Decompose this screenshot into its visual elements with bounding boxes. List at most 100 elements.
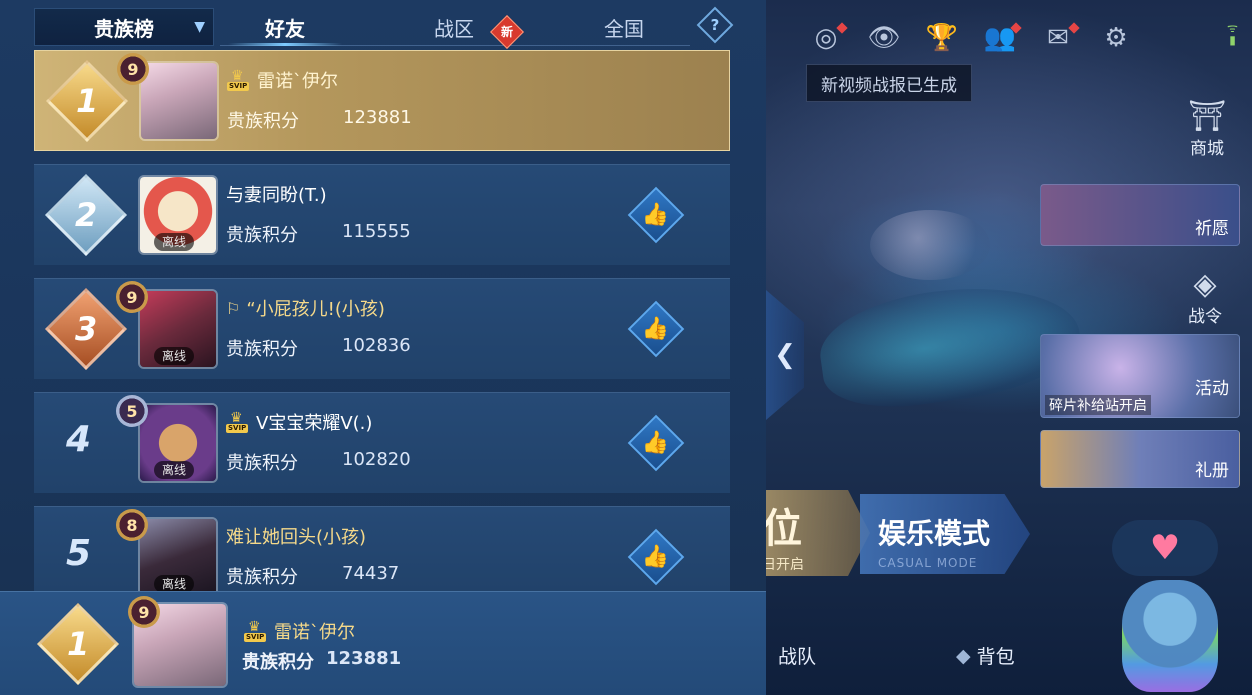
new-badge-label: 新 <box>500 25 513 39</box>
avatar[interactable]: 离线 <box>138 289 218 369</box>
score-label: 贵族积分 <box>226 225 298 246</box>
score-line: 贵族积分 123881 <box>227 107 412 133</box>
activity-caption: 碎片补给站开启 <box>1045 395 1151 415</box>
level-badge: 9 <box>117 53 149 85</box>
leaderboard-tabs: 贵族榜 ▼ 好友 战区 新 全国 ? <box>34 6 734 49</box>
level-badge: 8 <box>116 509 148 541</box>
background-planet <box>870 210 990 280</box>
score-value: 102836 <box>342 335 411 356</box>
player-name-line: ♛ SVIP V宝宝荣耀V(.) <box>226 409 372 435</box>
top-icon-bar: ◎ 👁 🏆 👥 ✉ ⚙ <box>808 20 1134 56</box>
rank-number: 3 <box>74 309 98 348</box>
friends-icon[interactable]: 👥 <box>982 20 1022 56</box>
tab-national[interactable]: 全国 <box>564 8 684 46</box>
rank-number: 2 <box>74 195 98 234</box>
leaderboard-row[interactable]: 1 9 ♛ SVIP 雷诺`伊尔 贵族积分 123881 <box>34 50 730 151</box>
level-badge: 9 <box>116 281 148 313</box>
my-level-badge: 9 <box>128 596 160 628</box>
bag-label: 背包 <box>976 646 1015 668</box>
my-name-line: ♛ SVIP 雷诺`伊尔 <box>244 618 355 644</box>
like-button[interactable]: 👍 <box>627 414 685 472</box>
team-label: 战队 <box>778 646 817 668</box>
score-line: 贵族积分 102836 <box>226 335 411 361</box>
activity-label: 活动 <box>1195 379 1229 399</box>
leaderboard-row[interactable]: 2 离线 与妻同盼(T.) 贵族积分 115555 👍 <box>34 164 730 265</box>
dropdown-label: 贵族榜 <box>94 16 154 41</box>
silver-medal-icon: 2 <box>44 173 128 257</box>
like-button[interactable]: 👍 <box>627 528 685 586</box>
mail-icon[interactable]: ✉ <box>1040 20 1080 56</box>
bag-icon: ◆ <box>956 644 971 667</box>
video-report-tooltip[interactable]: 新视频战报已生成 <box>806 64 972 102</box>
gear-icon[interactable]: ⚙ <box>1098 20 1134 56</box>
avatar[interactable]: 离线 <box>138 517 218 592</box>
trophy-icon[interactable]: 🏆 <box>924 20 960 56</box>
score-value: 115555 <box>342 221 411 242</box>
album-label: 礼册 <box>1195 461 1229 481</box>
my-player-name: 雷诺`伊尔 <box>274 622 355 643</box>
player-name: “小屁孩儿!(小孩) <box>246 299 385 320</box>
score-line: 贵族积分 115555 <box>226 221 411 247</box>
eye-icon[interactable]: 👁 <box>866 20 902 56</box>
svip-icon: ♛ SVIP <box>226 410 249 433</box>
pet-character[interactable] <box>1122 580 1218 692</box>
leaderboard-type-dropdown[interactable]: 贵族榜 ▼ <box>34 8 214 46</box>
thumbs-up-icon: 👍 <box>642 202 670 228</box>
score-value: 74437 <box>342 563 400 584</box>
ranked-mode-button[interactable]: 位 日开启 <box>760 490 870 576</box>
record-icon[interactable]: ◎ <box>808 20 848 56</box>
avatar[interactable] <box>139 61 219 141</box>
thumbs-up-icon: 👍 <box>642 544 670 570</box>
casual-mode-label: 娱乐模式 <box>878 517 991 550</box>
offline-badge: 离线 <box>154 461 195 479</box>
player-name: V宝宝荣耀V(.) <box>256 413 373 434</box>
leaderboard-row[interactable]: 4 5 离线 ♛ SVIP V宝宝荣耀V(.) 贵族积分 102820 👍 <box>34 392 730 493</box>
casual-mode-subtitle: CASUAL MODE <box>878 556 978 570</box>
leaderboard-row[interactable]: 5 8 离线 难让她回头(小孩) 贵族积分 74437 👍 <box>34 506 730 592</box>
avatar[interactable]: 离线 <box>138 403 218 483</box>
flag-icon: ⚐ <box>226 298 241 318</box>
like-button[interactable]: 👍 <box>627 186 685 244</box>
leaderboard-panel: 贵族榜 ▼ 好友 战区 新 全国 ? 1 9 ♛ SVIP 雷诺`伊尔 贵族积分… <box>0 0 766 695</box>
rank-number: 1 <box>75 81 99 120</box>
level-badge: 5 <box>116 395 148 427</box>
player-name: 难让她回头(小孩) <box>226 527 367 548</box>
tab-friends[interactable]: 好友 <box>220 8 350 46</box>
battlepass-button[interactable]: ◈ 战令 <box>1188 268 1222 328</box>
score-label: 贵族积分 <box>226 339 298 360</box>
leaderboard-row[interactable]: 3 9 离线 ⚐ “小屁孩儿!(小孩) 贵族积分 102836 👍 <box>34 278 730 379</box>
score-line: 贵族积分 74437 <box>226 563 399 589</box>
tab-national-label: 全国 <box>604 16 644 41</box>
team-nav-button[interactable]: 战队 <box>778 642 816 669</box>
album-banner[interactable]: 礼册 <box>1040 430 1240 488</box>
like-button[interactable]: 👍 <box>627 300 685 358</box>
svip-icon: ♛ SVIP <box>227 68 250 91</box>
thumbs-up-icon: 👍 <box>642 430 670 456</box>
gold-medal-icon: 1 <box>36 602 120 686</box>
score-value: 123881 <box>343 107 412 128</box>
player-name-line: ♛ SVIP 雷诺`伊尔 <box>227 67 338 93</box>
gold-medal-icon: 1 <box>45 59 129 143</box>
shop-label: 商城 <box>1190 139 1225 159</box>
score-value: 102820 <box>342 449 411 470</box>
tab-zone-label: 战区 <box>434 16 474 41</box>
wish-banner[interactable]: 祈愿 <box>1040 184 1240 246</box>
shop-button[interactable]: ⛩ 商城 <box>1188 99 1227 160</box>
player-name: 雷诺`伊尔 <box>257 71 338 92</box>
avatar[interactable]: 离线 <box>138 175 218 255</box>
player-name: 与妻同盼(T.) <box>226 185 327 206</box>
shop-icon: ⛩ <box>1188 99 1227 134</box>
bag-nav-button[interactable]: ◆ 背包 <box>956 642 1015 669</box>
help-icon[interactable]: ? <box>696 6 734 44</box>
my-score-line: 贵族积分 123881 <box>242 648 401 674</box>
tab-friends-label: 好友 <box>265 16 305 41</box>
casual-mode-button[interactable]: 娱乐模式 CASUAL MODE <box>860 494 1030 574</box>
heart-icon[interactable]: ♥ <box>1112 520 1218 576</box>
my-score-value: 123881 <box>326 648 402 669</box>
activity-banner[interactable]: 活动 碎片补给站开启 <box>1040 334 1240 418</box>
offline-badge: 离线 <box>154 575 195 592</box>
player-name-line: ⚐ “小屁孩儿!(小孩) <box>226 295 385 321</box>
my-score-label: 贵族积分 <box>242 652 314 673</box>
my-rank-bar: 1 9 ♛ SVIP 雷诺`伊尔 贵族积分 123881 <box>0 591 766 695</box>
player-name-line: 难让她回头(小孩) <box>226 523 366 549</box>
